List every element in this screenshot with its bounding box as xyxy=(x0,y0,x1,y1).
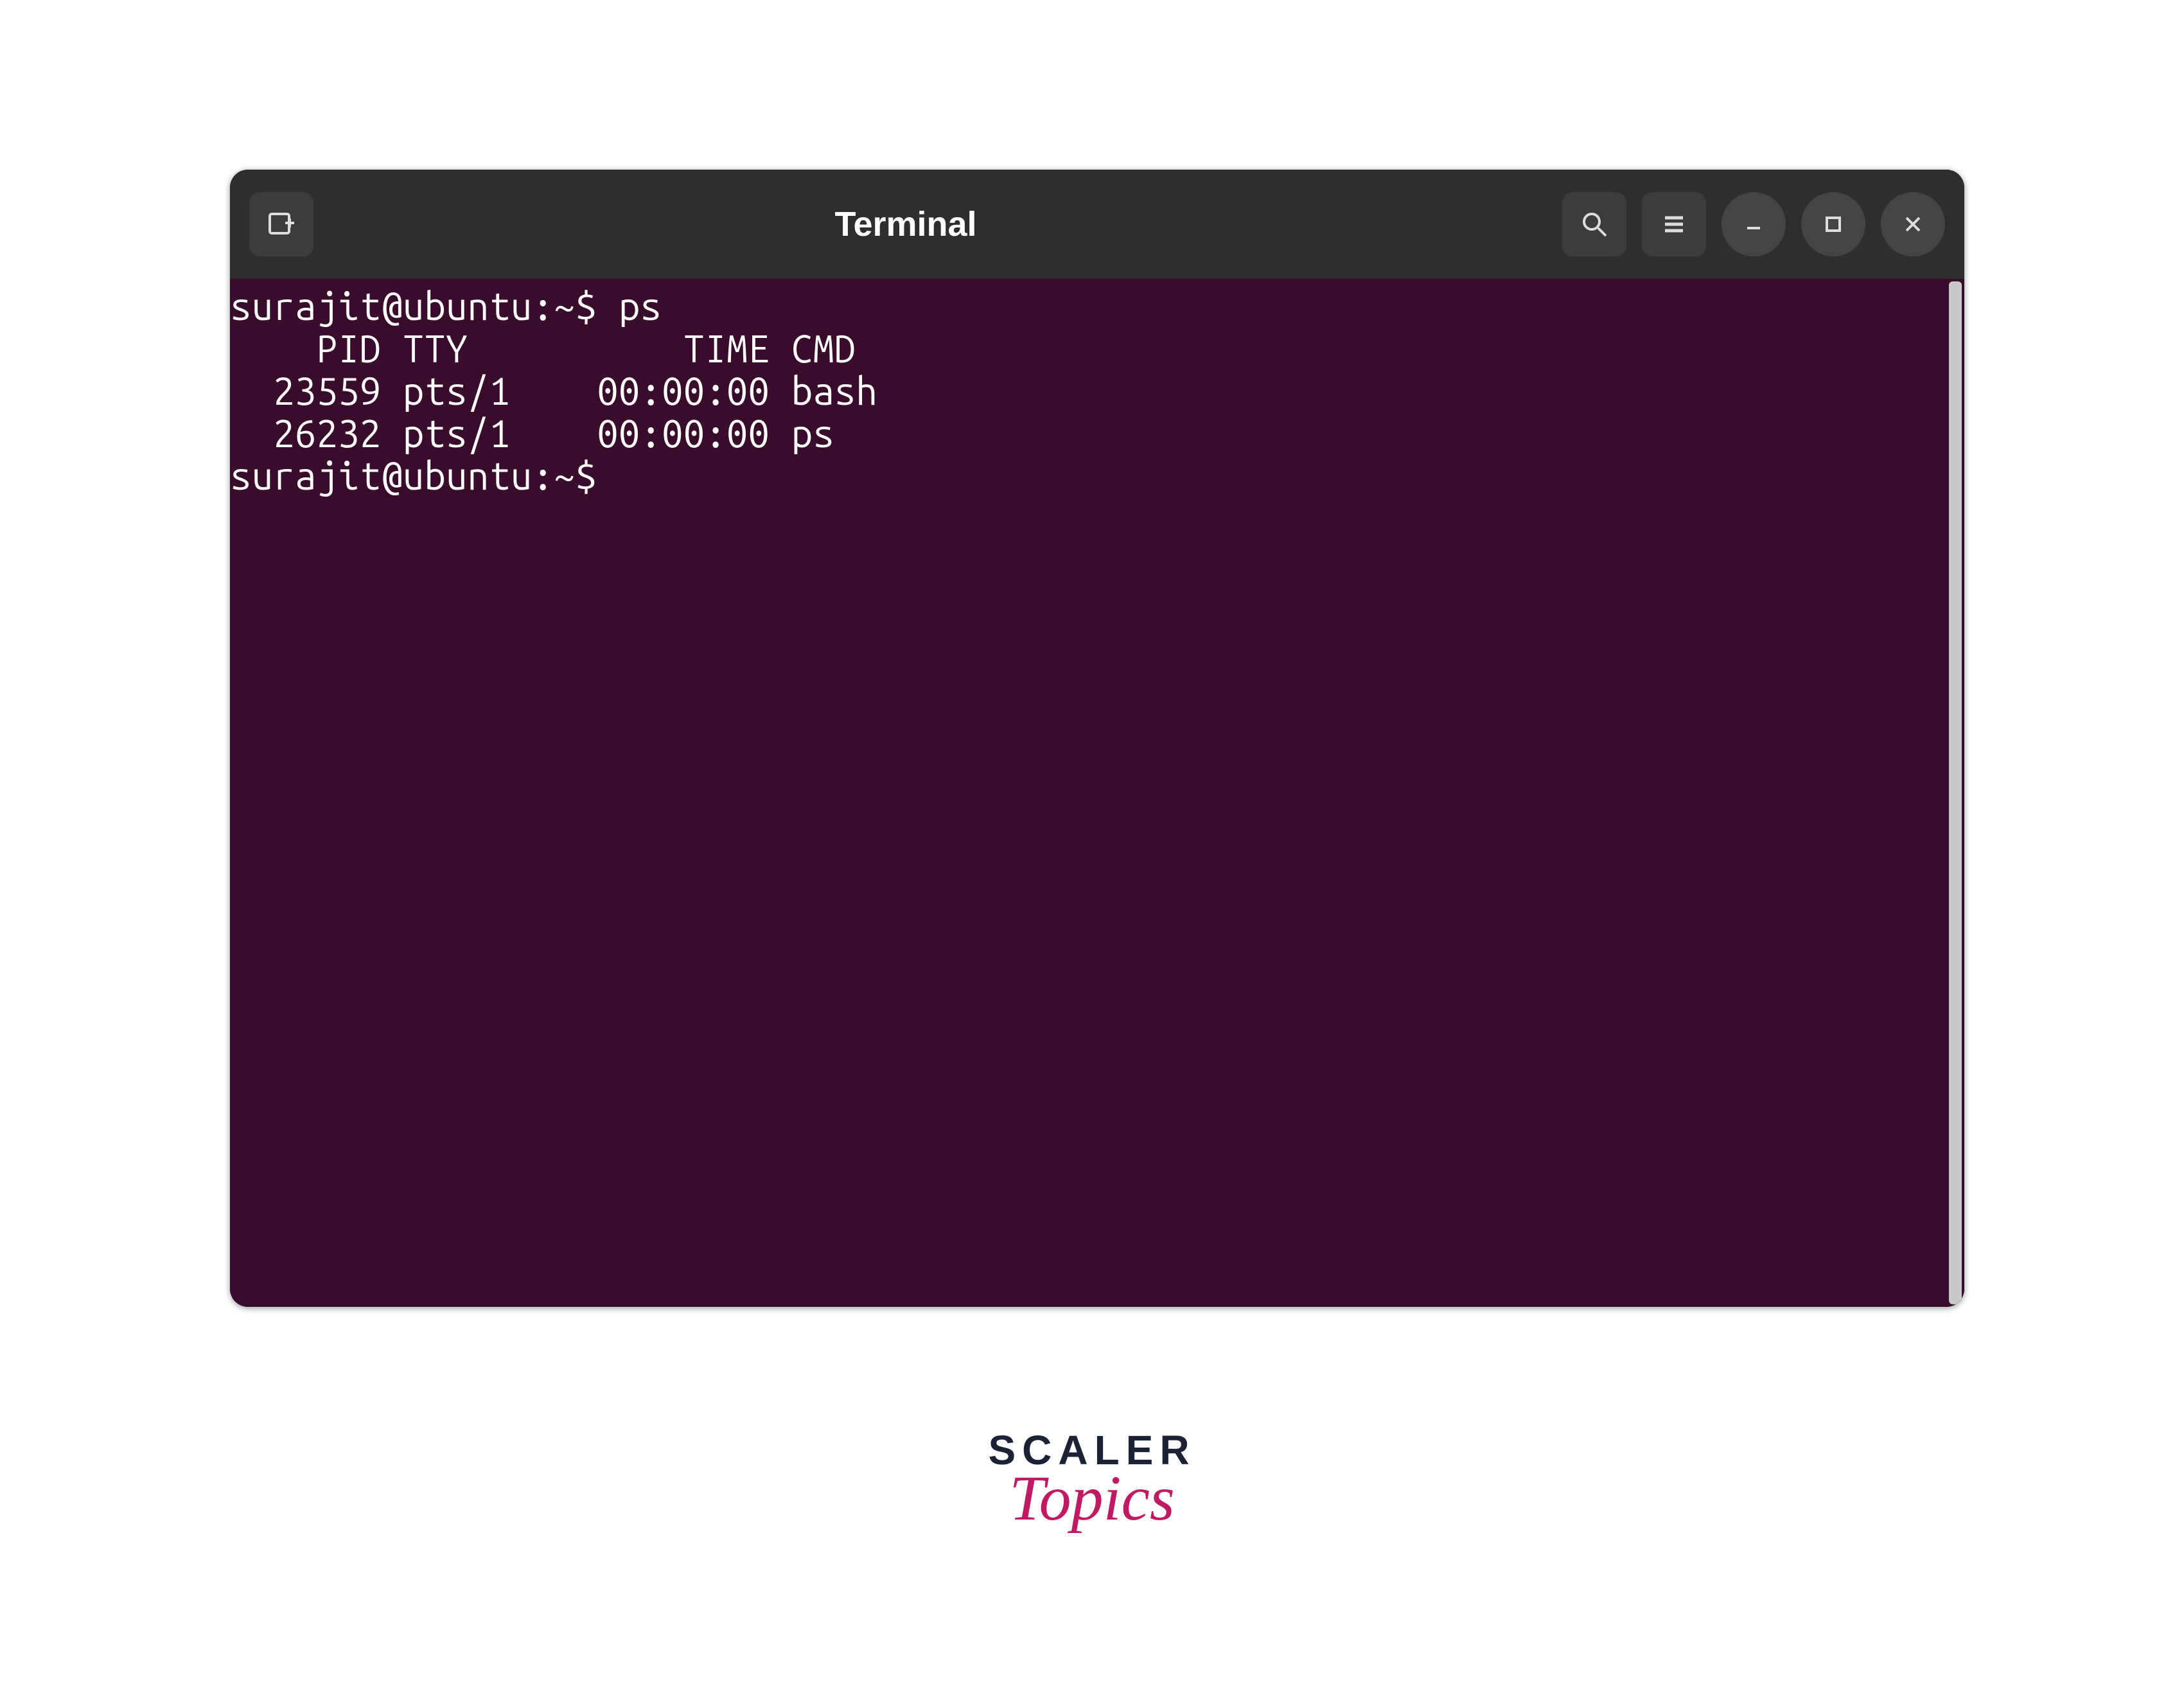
brand-subtitle: Topics xyxy=(988,1461,1195,1535)
minimize-button[interactable] xyxy=(1722,192,1786,256)
prompt: surajit@ubuntu:~$ xyxy=(230,454,619,497)
titlebar-right-group xyxy=(1562,192,1945,256)
command-text: ps xyxy=(619,285,662,328)
search-icon xyxy=(1579,209,1610,240)
maximize-button[interactable] xyxy=(1801,192,1865,256)
maximize-icon xyxy=(1818,209,1849,240)
hamburger-icon xyxy=(1659,209,1689,240)
menu-button[interactable] xyxy=(1642,192,1706,256)
terminal-window: Terminal xyxy=(230,170,1964,1307)
titlebar: Terminal xyxy=(230,170,1964,279)
prompt: surajit@ubuntu:~$ xyxy=(230,285,619,328)
minimize-icon xyxy=(1738,209,1769,240)
close-icon xyxy=(1898,209,1928,240)
scrollbar[interactable] xyxy=(1949,281,1962,1304)
search-button[interactable] xyxy=(1562,192,1626,256)
ps-header: PID TTY TIME CMD xyxy=(230,327,856,370)
window-title: Terminal xyxy=(265,204,1547,244)
terminal-output[interactable]: surajit@ubuntu:~$ ps PID TTY TIME CMD 23… xyxy=(230,279,1949,1307)
close-button[interactable] xyxy=(1881,192,1945,256)
terminal-body[interactable]: surajit@ubuntu:~$ ps PID TTY TIME CMD 23… xyxy=(230,279,1964,1307)
ps-row: 26232 pts/1 00:00:00 ps xyxy=(230,412,834,455)
brand-logo: SCALER Topics xyxy=(988,1426,1195,1535)
ps-row: 23559 pts/1 00:00:00 bash xyxy=(230,369,877,412)
